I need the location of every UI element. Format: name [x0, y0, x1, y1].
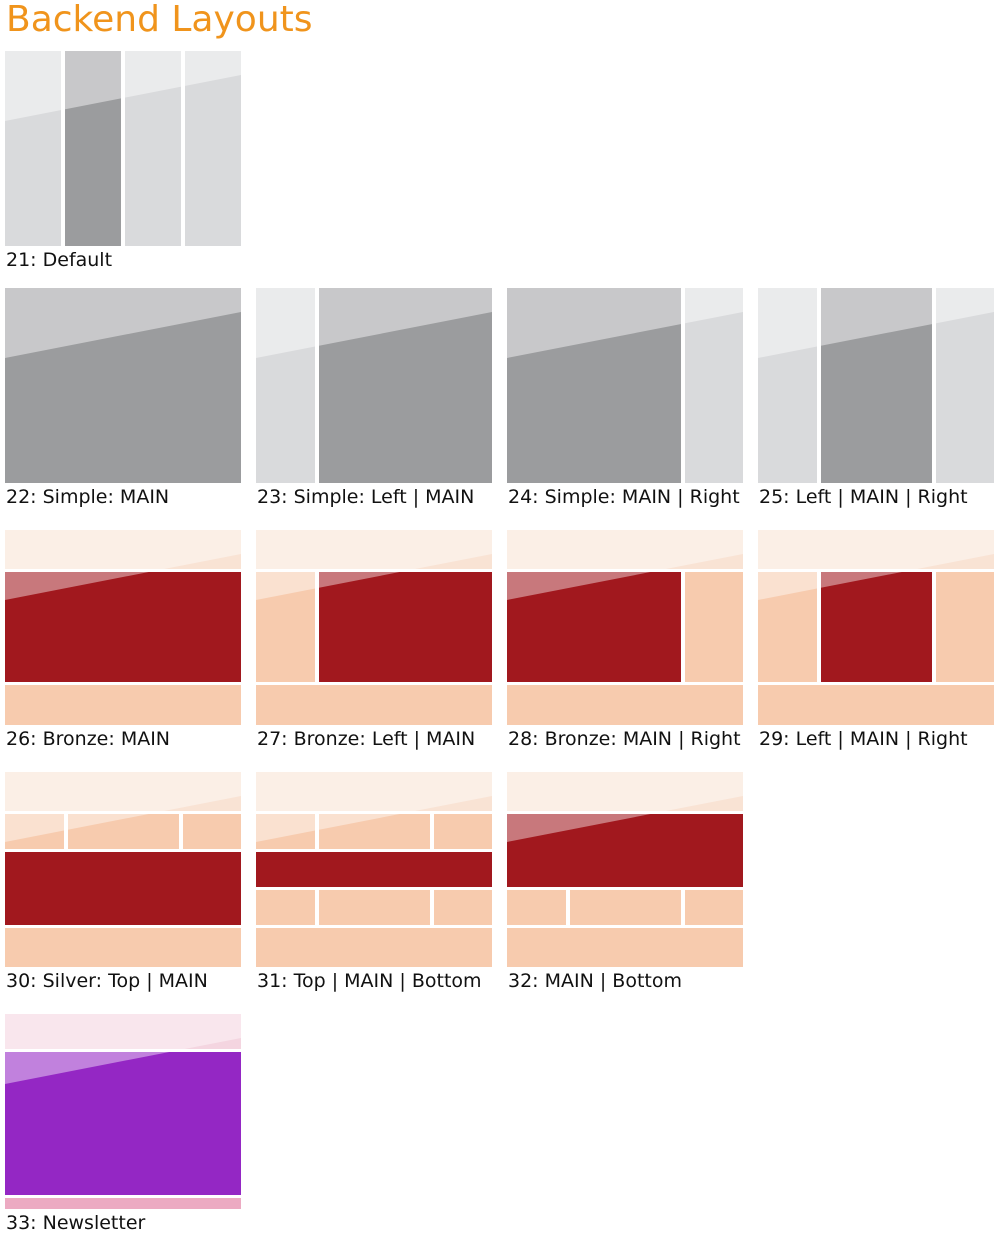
- layout-card-33[interactable]: 33: Newsletter: [5, 1014, 241, 1234]
- layout-thumbnail[interactable]: [507, 530, 743, 725]
- top-area: [5, 530, 241, 569]
- bottom-col-center: [319, 890, 430, 925]
- top-col-center: [319, 814, 430, 849]
- layout-label[interactable]: 27: Bronze: Left | MAIN: [257, 726, 475, 752]
- layout-card-23[interactable]: 23: Simple: Left | MAIN: [256, 288, 492, 508]
- layout-thumbnail[interactable]: [256, 772, 492, 967]
- main-area: [821, 572, 932, 682]
- layout-card-28[interactable]: 28: Bronze: MAIN | Right: [507, 530, 743, 750]
- layout-label[interactable]: 26: Bronze: MAIN: [6, 726, 170, 752]
- column-main: [319, 288, 492, 483]
- column-right: [685, 572, 743, 682]
- layout-thumbnail[interactable]: [758, 288, 994, 483]
- layout-card-22[interactable]: 22: Simple: MAIN: [5, 288, 241, 508]
- top-col-right: [183, 814, 241, 849]
- column-right: [936, 572, 994, 682]
- bottom-area: [256, 928, 492, 967]
- layout-thumbnail[interactable]: [5, 530, 241, 725]
- column-main: [821, 288, 932, 483]
- main-area: [5, 288, 241, 483]
- bottom-area: [758, 685, 994, 725]
- bottom-col-left: [507, 890, 566, 925]
- column-left: [256, 572, 315, 682]
- main-area: [507, 572, 681, 682]
- column-left: [256, 288, 315, 483]
- layout-thumbnail[interactable]: [5, 51, 241, 246]
- bottom-area: [507, 685, 743, 725]
- layout-label[interactable]: 21: Default: [6, 247, 112, 273]
- main-area: [5, 1052, 241, 1195]
- layout-label[interactable]: 30: Silver: Top | MAIN: [6, 968, 208, 994]
- layout-label[interactable]: 25: Left | MAIN | Right: [759, 484, 968, 510]
- column-right: [936, 288, 994, 483]
- column-main: [507, 288, 681, 483]
- layout-card-29[interactable]: 29: Left | MAIN | Right: [758, 530, 994, 750]
- column-left: [758, 288, 817, 483]
- top-area: [5, 772, 241, 811]
- layout-card-24[interactable]: 24: Simple: MAIN | Right: [507, 288, 743, 508]
- top-col-left: [5, 814, 64, 849]
- bottom-col-center: [570, 890, 681, 925]
- layout-card-30[interactable]: 30: Silver: Top | MAIN: [5, 772, 241, 992]
- bottom-area: [256, 685, 492, 725]
- layout-thumbnail[interactable]: [507, 288, 743, 483]
- top-area: [256, 772, 492, 811]
- column-right: [125, 51, 181, 246]
- main-area: [256, 852, 492, 887]
- bottom-col-left: [256, 890, 315, 925]
- main-area: [5, 572, 241, 682]
- bottom-col-right: [434, 890, 492, 925]
- bottom-area: [5, 928, 241, 967]
- top-area: [507, 530, 743, 569]
- bottom-area: [5, 685, 241, 725]
- bottom-col-right: [685, 890, 743, 925]
- main-area: [5, 852, 241, 925]
- column-extra: [185, 51, 241, 246]
- bottom-area: [507, 928, 743, 967]
- layout-label[interactable]: 24: Simple: MAIN | Right: [508, 484, 740, 510]
- column-main: [65, 51, 121, 246]
- layout-thumbnail[interactable]: [758, 530, 994, 725]
- main-area: [319, 572, 492, 682]
- layout-label[interactable]: 33: Newsletter: [6, 1210, 145, 1236]
- column-right: [685, 288, 743, 483]
- layout-thumbnail[interactable]: [5, 772, 241, 967]
- top-area: [256, 530, 492, 569]
- layout-thumbnail[interactable]: [5, 288, 241, 483]
- top-col-right: [434, 814, 492, 849]
- layout-label[interactable]: 31: Top | MAIN | Bottom: [257, 968, 482, 994]
- top-area: [507, 772, 743, 811]
- top-area: [5, 1014, 241, 1049]
- top-col-center: [68, 814, 179, 849]
- layout-card-32[interactable]: 32: MAIN | Bottom: [507, 772, 743, 992]
- layout-label[interactable]: 29: Left | MAIN | Right: [759, 726, 968, 752]
- column-left: [758, 572, 817, 682]
- layout-label[interactable]: 23: Simple: Left | MAIN: [257, 484, 474, 510]
- top-col-left: [256, 814, 315, 849]
- layout-card-31[interactable]: 31: Top | MAIN | Bottom: [256, 772, 492, 992]
- layout-card-26[interactable]: 26: Bronze: MAIN: [5, 530, 241, 750]
- main-area: [507, 814, 743, 887]
- bottom-area: [5, 1198, 241, 1209]
- layout-label[interactable]: 32: MAIN | Bottom: [508, 968, 682, 994]
- layout-thumbnail[interactable]: [5, 1014, 241, 1209]
- layout-thumbnail[interactable]: [507, 772, 743, 967]
- layout-card-25[interactable]: 25: Left | MAIN | Right: [758, 288, 994, 508]
- layout-label[interactable]: 28: Bronze: MAIN | Right: [508, 726, 741, 752]
- page-title: Backend Layouts: [6, 0, 313, 40]
- top-area: [758, 530, 994, 569]
- layout-thumbnail[interactable]: [256, 530, 492, 725]
- layout-thumbnail[interactable]: [256, 288, 492, 483]
- column-left: [5, 51, 61, 246]
- layout-label[interactable]: 22: Simple: MAIN: [6, 484, 169, 510]
- layout-card-27[interactable]: 27: Bronze: Left | MAIN: [256, 530, 492, 750]
- layout-card-21[interactable]: 21: Default: [5, 51, 241, 271]
